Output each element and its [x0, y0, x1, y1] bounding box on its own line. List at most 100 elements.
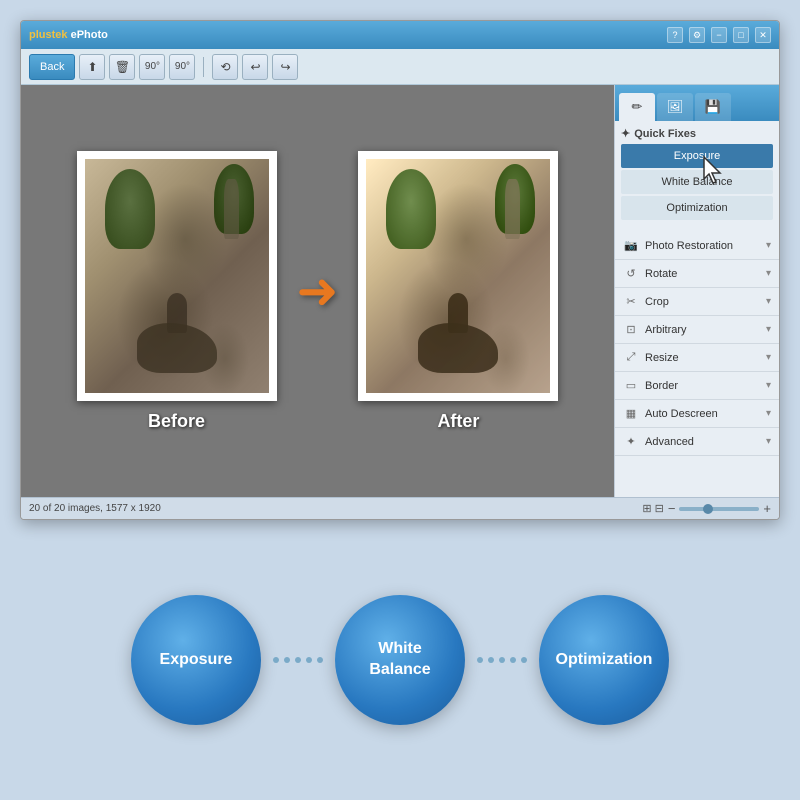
upload-button[interactable]: ⬆: [79, 54, 105, 80]
arrow-icon-2: ▾: [766, 296, 771, 307]
statue-after: [505, 179, 520, 239]
dot: [488, 657, 494, 663]
delete-button[interactable]: 🗑: [109, 54, 135, 80]
advanced-item[interactable]: ✦ Advanced ▾: [615, 428, 779, 456]
dots-2: [465, 657, 539, 663]
arbitrary-item[interactable]: ⊡ Arbitrary ▾: [615, 316, 779, 344]
image-info: 20 of 20 images, 1577 x 1920: [29, 503, 161, 514]
dot: [317, 657, 323, 663]
resize-item[interactable]: ⤢ Resize ▾: [615, 344, 779, 372]
quick-fixes-header: ✦ Quick Fixes: [621, 127, 773, 140]
arrow-icon-5: ▾: [766, 380, 771, 391]
figure: [167, 293, 187, 333]
diagram-circle-exposure: Exposure: [131, 595, 261, 725]
photos-container: Before ➜ After: [41, 151, 594, 432]
after-label: After: [437, 411, 479, 432]
rotate-item[interactable]: ↺ Rotate ▾: [615, 260, 779, 288]
diagram-circle-white-balance: WhiteBalance: [335, 595, 465, 725]
exposure-button[interactable]: Exposure: [621, 144, 773, 168]
arrow-icon-3: ▾: [766, 324, 771, 335]
after-image: [358, 151, 558, 401]
dot: [477, 657, 483, 663]
crop-item[interactable]: ✂ Crop ▾: [615, 288, 779, 316]
settings-button[interactable]: ⚙: [689, 27, 705, 43]
dot: [295, 657, 301, 663]
arrow-icon-7: ▾: [766, 436, 771, 447]
help-button[interactable]: ?: [667, 27, 683, 43]
arrow-icon-1: ▾: [766, 268, 771, 279]
title-bar: plustek ePhoto ? ⚙ − □ ✕: [21, 21, 779, 49]
border-label: Border: [645, 380, 760, 392]
dot: [273, 657, 279, 663]
quick-fixes-section: ✦ Quick Fixes Exposure White Balance Opt…: [615, 121, 779, 228]
undo-button[interactable]: ↩: [242, 54, 268, 80]
minimize-button[interactable]: −: [711, 27, 727, 43]
photo-area: Before ➜ After: [21, 85, 614, 497]
resize-label: Resize: [645, 352, 760, 364]
status-bar: 20 of 20 images, 1577 x 1920 ⊞ ⊟ − +: [21, 497, 779, 519]
dot: [306, 657, 312, 663]
app-window: plustek ePhoto ? ⚙ − □ ✕ Back ⬆ 🗑 90° 90…: [20, 20, 780, 520]
exposure-circle-label: Exposure: [160, 650, 233, 671]
dot: [521, 657, 527, 663]
arrow-icon-4: ▾: [766, 352, 771, 363]
crop-icon: ✂: [623, 294, 639, 310]
optimization-circle-label: Optimization: [556, 650, 653, 671]
white-balance-button[interactable]: White Balance: [621, 170, 773, 194]
quick-fixes-label: Quick Fixes: [634, 128, 696, 140]
view-icons: ⊞ ⊟: [642, 502, 664, 515]
tab-view[interactable]: 🖼: [657, 93, 693, 121]
arrow-icon: ➜: [297, 266, 339, 316]
diagram-circle-optimization: Optimization: [539, 595, 669, 725]
rotate-cw-button[interactable]: 90°: [169, 54, 195, 80]
refresh-button[interactable]: ⟲: [212, 54, 238, 80]
panel-tabs: ✏ 🖼 💾: [615, 85, 779, 121]
crop-label: Crop: [645, 296, 760, 308]
right-panel: ✏ 🖼 💾 ✦ Quick Fixes Exposure White Balan…: [614, 85, 779, 497]
tree-left: [105, 169, 155, 249]
zoom-slider[interactable]: [679, 507, 759, 511]
tab-save[interactable]: 💾: [695, 93, 731, 121]
advanced-label: Advanced: [645, 436, 760, 448]
dot: [284, 657, 290, 663]
optimization-button[interactable]: Optimization: [621, 196, 773, 220]
bottom-diagram: Exposure WhiteBalance Optimization: [20, 550, 780, 770]
auto-descreen-item[interactable]: ▦ Auto Descreen ▾: [615, 400, 779, 428]
resize-icon: ⤢: [623, 350, 639, 366]
app-logo: plustek ePhoto: [29, 29, 108, 41]
before-frame: Before: [77, 151, 277, 432]
close-button[interactable]: ✕: [755, 27, 771, 43]
tree-left-after: [386, 169, 436, 249]
statue: [224, 179, 239, 239]
maximize-button[interactable]: □: [733, 27, 749, 43]
logo-plustek: plustek: [29, 29, 68, 41]
panel-items: 📷 Photo Restoration ▾ ↺ Rotate ▾ ✂ Crop …: [615, 228, 779, 497]
horse: [137, 323, 217, 373]
auto-descreen-icon: ▦: [623, 406, 639, 422]
arrow-icon-6: ▾: [766, 408, 771, 419]
title-controls: ? ⚙ − □ ✕: [667, 27, 771, 43]
white-balance-circle-label: WhiteBalance: [369, 639, 430, 681]
zoom-plus-icon[interactable]: +: [763, 501, 771, 516]
back-button[interactable]: Back: [29, 54, 75, 80]
before-image: [77, 151, 277, 401]
photo-restoration-icon: 📷: [623, 238, 639, 254]
tab-edit[interactable]: ✏: [619, 93, 655, 121]
before-label: Before: [148, 411, 205, 432]
wand-icon: ✦: [621, 127, 630, 140]
border-item[interactable]: ▭ Border ▾: [615, 372, 779, 400]
redo-button[interactable]: ↪: [272, 54, 298, 80]
figure-after: [448, 293, 468, 333]
zoom-controls: ⊞ ⊟ − +: [642, 501, 771, 516]
photo-restoration-item[interactable]: 📷 Photo Restoration ▾: [615, 232, 779, 260]
horse-after: [418, 323, 498, 373]
zoom-minus-icon[interactable]: −: [668, 501, 676, 516]
dot: [510, 657, 516, 663]
arrow-icon-0: ▾: [766, 240, 771, 251]
dots-1: [261, 657, 335, 663]
toolbar-separator: [203, 57, 204, 77]
rotate-ccw-button[interactable]: 90°: [139, 54, 165, 80]
border-icon: ▭: [623, 378, 639, 394]
rotate-label: Rotate: [645, 268, 760, 280]
toolbar: Back ⬆ 🗑 90° 90° ⟲ ↩ ↪: [21, 49, 779, 85]
